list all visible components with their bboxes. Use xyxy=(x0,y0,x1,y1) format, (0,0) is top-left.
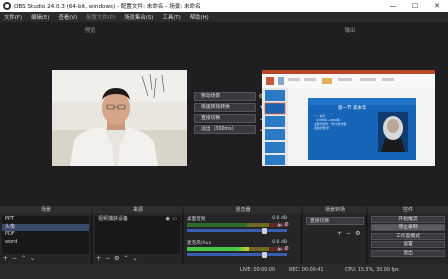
mixer-dock-title: 混音器 xyxy=(184,206,302,214)
transition-select[interactable]: 直接切换 xyxy=(306,217,364,225)
source-item[interactable]: 视频捕获设备 ◉ ▭ xyxy=(95,216,180,224)
speaker-gear-controls[interactable]: 🔈⚙ xyxy=(277,222,289,228)
move-up-icon[interactable]: ⌃ xyxy=(21,255,26,262)
transition-panel: 移动场景⚙ 快速转场转换+ 直接切换⌄ 淡出（300ms）⌄ xyxy=(194,92,264,136)
quick-transition-button[interactable]: 快速转场转换+ xyxy=(194,103,264,112)
menu-file[interactable]: 文件(F) xyxy=(4,13,22,21)
controls-dock: 开始推流 停止录制 工作室模式 设置 退出 xyxy=(368,214,448,264)
volume-meter xyxy=(187,247,287,251)
mixer-channel-mic: 麦克风/Aux 0.0 dB 🔈⚙ xyxy=(187,240,289,258)
remove-icon[interactable]: − xyxy=(12,255,17,262)
volume-meter xyxy=(187,223,287,227)
studio-transition-label: 移动场景 xyxy=(201,94,221,99)
menu-view[interactable]: 查看(V) xyxy=(59,13,78,21)
scene-transitions-dock: 直接切换 + − ⚙ xyxy=(303,214,367,264)
preview-title: 预览 xyxy=(84,28,96,34)
title-bar: OBS Studio 24.0.3 (64-bit, windows) - 配置… xyxy=(0,0,448,12)
add-icon[interactable]: + xyxy=(96,255,101,262)
studio-mode-button[interactable]: 工作室模式 xyxy=(371,232,445,240)
scenes-dock-title: 场景 xyxy=(0,206,92,214)
move-down-icon[interactable]: ⌄ xyxy=(30,255,35,262)
mixer-channel-desktop: 桌面音频 0.0 dB 🔈⚙ xyxy=(187,216,289,234)
mixer-dock: 桌面音频 0.0 dB 🔈⚙ 麦克风/Aux 0.0 dB 🔈⚙ xyxy=(184,214,302,264)
sources-list: 视频捕获设备 ◉ ▭ xyxy=(95,216,180,254)
gear-icon[interactable]: ⚙ xyxy=(114,255,119,262)
obs-logo-icon xyxy=(3,2,11,10)
scenes-dock: PPT 头像 PDF word + − ⌃ ⌄ xyxy=(0,214,92,264)
studio-transition-button[interactable]: 移动场景⚙ xyxy=(194,92,264,101)
menu-tools[interactable]: 工具(T) xyxy=(162,13,180,21)
webcam-feed-image xyxy=(52,70,187,166)
program-title: 输出 xyxy=(344,28,356,34)
remove-icon[interactable]: − xyxy=(105,255,110,262)
cut-transition-label: 直接切换 xyxy=(201,116,221,121)
volume-slider-handle[interactable] xyxy=(262,251,267,258)
slide-line: 表象的世界》 xyxy=(314,126,331,130)
slide-text: 一、生平 （1788年—1860年） 主要代表作：《作为意志和 表象的世界》 xyxy=(314,114,346,130)
start-streaming-button[interactable]: 开始推流 xyxy=(371,215,445,223)
fade-transition-button[interactable]: 淡出（300ms）⌄ xyxy=(194,125,264,134)
source-item-label: 视频捕获设备 xyxy=(98,216,129,222)
scenes-toolbar: + − ⌃ ⌄ xyxy=(3,255,35,262)
live-status: LIVE: 00:00:00 xyxy=(240,268,276,273)
menu-help[interactable]: 帮助(H) xyxy=(190,13,209,21)
sources-dock-title: 来源 xyxy=(93,206,183,214)
slide-heading: 第一节 叔本华 xyxy=(338,106,367,111)
close-button[interactable]: ✕ xyxy=(426,0,448,12)
channel-db: 0.0 dB xyxy=(272,240,287,245)
fade-transition-label: 淡出（300ms） xyxy=(201,127,237,132)
volume-slider[interactable] xyxy=(187,227,287,234)
lock-icon[interactable]: ▭ xyxy=(172,216,177,224)
quick-transition-label: 快速转场转换 xyxy=(201,105,230,110)
transition-select-value: 直接切换 xyxy=(310,219,330,224)
sources-toolbar: + − ⚙ ⌃ ⌄ xyxy=(96,255,138,262)
cpu-status: CPU: 15.5%, 30.00 fps xyxy=(345,268,399,273)
stop-recording-button[interactable]: 停止录制 xyxy=(371,224,445,231)
move-down-icon[interactable]: ⌄ xyxy=(132,255,137,262)
cut-transition-button[interactable]: 直接切换⌄ xyxy=(194,114,264,123)
menu-scene-collection[interactable]: 场景集合(S) xyxy=(124,13,153,21)
settings-button[interactable]: 设置 xyxy=(371,241,445,248)
add-icon[interactable]: + xyxy=(337,230,342,237)
gear-icon[interactable]: ⚙ xyxy=(355,230,360,237)
program-canvas[interactable]: 第一节 叔本华 一、生平 （1788年—1860年） 主要代表作：《作为意志和 … xyxy=(262,70,435,166)
window-title: OBS Studio 24.0.3 (64-bit, windows) - 配置… xyxy=(14,4,201,10)
menu-bar: 文件(F) 编辑(E) 查看(V) 配置文件(P) 场景集合(S) 工具(T) … xyxy=(0,12,448,22)
scene-item[interactable]: PPT xyxy=(2,216,89,224)
controls-dock-title: 控件 xyxy=(368,206,448,214)
scene-item[interactable]: PDF xyxy=(2,231,89,239)
scene-item[interactable]: 头像 xyxy=(2,223,89,231)
exit-button[interactable]: 退出 xyxy=(371,249,445,257)
remove-icon[interactable]: − xyxy=(346,230,351,237)
sources-dock: 视频捕获设备 ◉ ▭ + − ⚙ ⌃ ⌄ xyxy=(93,214,183,264)
move-up-icon[interactable]: ⌃ xyxy=(123,255,128,262)
powerpoint-window-image xyxy=(262,70,435,166)
status-bar: LIVE: 00:00:00 REC: 00:00:41 CPU: 15.5%,… xyxy=(0,264,448,279)
transition-tools: + − ⚙ xyxy=(337,230,360,237)
preview-canvas[interactable] xyxy=(52,70,187,166)
menu-edit[interactable]: 编辑(E) xyxy=(31,13,49,21)
scenes-list: PPT 头像 PDF word xyxy=(2,216,89,254)
speaker-gear-controls[interactable]: 🔈⚙ xyxy=(277,246,289,252)
volume-slider-handle[interactable] xyxy=(262,227,267,234)
channel-db: 0.0 dB xyxy=(272,216,287,221)
volume-slider[interactable] xyxy=(187,251,287,258)
scene-item[interactable]: word xyxy=(2,239,89,247)
minimize-button[interactable]: — xyxy=(382,0,404,12)
scene-transitions-dock-title: 场景转场 xyxy=(303,206,367,214)
add-icon[interactable]: + xyxy=(3,255,8,262)
eye-icon[interactable]: ◉ xyxy=(166,216,170,224)
menu-profile[interactable]: 配置文件(P) xyxy=(86,13,115,21)
maximize-button[interactable]: ☐ xyxy=(404,0,426,12)
rec-status: REC: 00:00:41 xyxy=(289,268,324,273)
